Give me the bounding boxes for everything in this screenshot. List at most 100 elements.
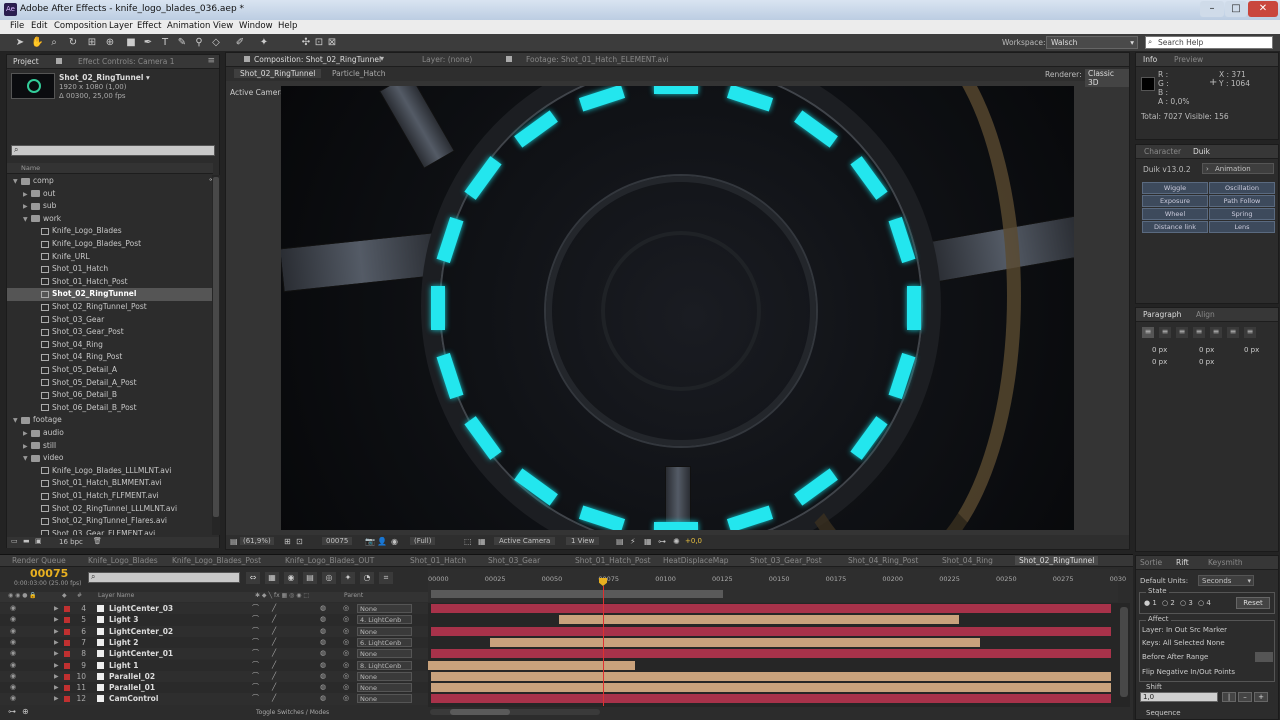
new-folder-icon[interactable]: ▬ [23,537,30,545]
tab-paragraph[interactable]: Paragraph [1143,310,1181,319]
label-color-swatch[interactable] [64,696,70,703]
auto-keyframe-icon[interactable]: ◔ [360,572,374,584]
zoom-slider[interactable] [430,709,600,715]
timeline-tab[interactable]: Shot_04_Ring [942,556,993,565]
project-item[interactable]: Shot_01_Hatch_Post [7,276,213,289]
project-item[interactable]: Knife_URL [7,251,213,264]
visibility-eye-icon[interactable]: ◉ [10,660,16,671]
shy-switch-icon[interactable]: ⌒ [252,682,259,693]
duik-distance-link-button[interactable]: Distance link [1142,221,1208,233]
visibility-eye-icon[interactable]: ◉ [10,614,16,625]
brainstorm-icon[interactable]: ✦ [341,572,355,584]
timeline-tab[interactable]: Knife_Logo_Blades_Post [172,556,261,565]
quality-switch-icon[interactable]: ╱ [272,603,276,614]
close-button[interactable]: ✕ [1248,1,1278,17]
roi-icon[interactable]: ⬚ [464,537,472,546]
parent-dropdown[interactable]: None [357,626,412,636]
project-folder[interactable]: ▼ comp [7,175,213,188]
range-field[interactable] [1255,652,1273,662]
layer-name[interactable]: CamControl [109,693,158,704]
shy-switch-icon[interactable]: ⌒ [252,660,259,671]
layer-search-input[interactable]: ⌕ [88,572,240,583]
duik-oscillation-button[interactable]: Oscillation [1209,182,1275,194]
layer-row[interactable]: ◉ ▶ 8 LightCenter_01 ⌒ ╱ ◍ ◎ None [0,648,428,660]
menu-file[interactable]: File [10,21,24,31]
align-center-icon[interactable]: ≡ [1159,327,1171,338]
tab-duik[interactable]: Duik [1193,147,1210,156]
column-layer-name[interactable]: Layer Name [98,592,134,599]
work-area-bar[interactable] [431,590,723,598]
shy-switch-icon[interactable]: ⌒ [252,693,259,704]
project-item[interactable]: Shot_03_Gear_Post [7,326,213,339]
timeline-tab[interactable]: HeatDisplaceMap [663,556,729,565]
duik-lens-button[interactable]: Lens [1209,221,1275,233]
pick-whip-icon[interactable]: ◎ [343,693,349,704]
menu-layer[interactable]: Layer [109,21,133,31]
menu-window[interactable]: Window [239,21,273,31]
project-item[interactable]: Shot_05_Detail_A [7,364,213,377]
project-folder[interactable]: ▶ out [7,188,213,201]
layer-name[interactable]: LightCenter_03 [109,603,173,614]
pick-whip-icon[interactable]: ◎ [343,603,349,614]
project-item[interactable]: Shot_03_Gear [7,314,213,327]
quality-switch-icon[interactable]: ╱ [272,682,276,693]
brush-tool-icon[interactable]: ✎ [176,37,188,49]
label-color-swatch[interactable] [64,685,70,692]
composition-viewer[interactable] [281,86,1074,530]
grid-icon[interactable]: ⊞ [284,537,291,546]
tab-rift[interactable]: Rift [1176,558,1189,567]
shift-plus-button[interactable]: + [1254,692,1268,702]
current-timecode[interactable]: 00075 [30,567,68,580]
disclosure-triangle-icon[interactable]: ▶ [54,626,59,637]
axis-world-icon[interactable]: ⊡ [313,37,325,49]
tab-composition[interactable]: Composition: Shot_02_RingTunnel [254,55,381,64]
justify-right-icon[interactable]: ≡ [1227,327,1239,338]
zoom-dropdown[interactable]: (61,9%) [240,537,274,545]
chevron-down-icon[interactable]: ▾ [380,54,384,63]
layer-name[interactable]: LightCenter_02 [109,626,173,637]
layer-row[interactable]: ◉ ▶ 11 Parallel_01 ⌒ ╱ ◍ ◎ None [0,682,428,694]
parent-dropdown[interactable]: 4. LightCenb [357,615,412,625]
timeline-tab[interactable]: Knife_Logo_Blades [88,556,158,565]
pick-whip-icon[interactable]: ◎ [343,637,349,648]
timeline-tab[interactable]: Knife_Logo_Blades_OUT [285,556,374,565]
project-item[interactable]: Shot_06_Detail_B_Post [7,402,213,415]
project-search-input[interactable]: ⌕ [11,145,215,156]
layer-duration-bar[interactable] [431,604,1112,613]
project-folder[interactable]: ▶ audio [7,427,213,440]
motion-blur-icon[interactable]: ◎ [322,572,336,584]
3d-layer-switch-icon[interactable]: ◍ [320,637,326,648]
frame-blending-icon[interactable]: ▤ [303,572,317,584]
shy-switch-icon[interactable]: ⌒ [252,648,259,659]
pick-whip-icon[interactable]: ◎ [343,660,349,671]
tab-character[interactable]: Character [1144,147,1181,156]
timeline-tab[interactable]: Render Queue [12,556,66,565]
3d-layer-switch-icon[interactable]: ◍ [320,682,326,693]
pick-whip-icon[interactable]: ◎ [343,682,349,693]
layer-duration-bar[interactable] [490,637,980,647]
3d-layer-switch-icon[interactable]: ◍ [320,626,326,637]
tab-sortie[interactable]: Sortie [1140,558,1162,567]
pick-whip-icon[interactable]: ◎ [343,626,349,637]
timeline-icon[interactable]: ▦ [644,537,652,546]
menu-help[interactable]: Help [278,21,297,31]
label-color-swatch[interactable] [64,617,70,624]
workspace-dropdown[interactable]: Walsch ▾ [1046,36,1138,49]
shy-switch-icon[interactable]: ⌒ [252,603,259,614]
state-radio-3[interactable]: ○ 3 [1180,599,1193,607]
project-scrollbar[interactable] [212,175,220,535]
snapshot-icon[interactable]: 📷 [365,537,375,546]
track-area[interactable] [428,603,1118,707]
fast-preview-icon[interactable]: ⚡ [630,537,636,546]
axis-view-icon[interactable]: ⊠ [326,37,338,49]
camera-tool-icon[interactable]: ⊞ [86,37,98,49]
align-left-icon[interactable]: ≡ [1142,327,1154,338]
toggle-switches-modes[interactable]: Toggle Switches / Modes [256,709,329,716]
project-item[interactable]: Shot_06_Detail_B [7,389,213,402]
layer-name[interactable]: Parallel_01 [109,682,155,693]
timeline-tab[interactable]: Shot_01_Hatch [410,556,466,565]
layer-name[interactable]: Parallel_02 [109,671,155,682]
duik-path-follow-button[interactable]: Path Follow [1209,195,1275,207]
flip-negative-checkbox[interactable]: Flip Negative In/Out Points [1142,668,1235,676]
3d-layer-switch-icon[interactable]: ◍ [320,693,326,704]
